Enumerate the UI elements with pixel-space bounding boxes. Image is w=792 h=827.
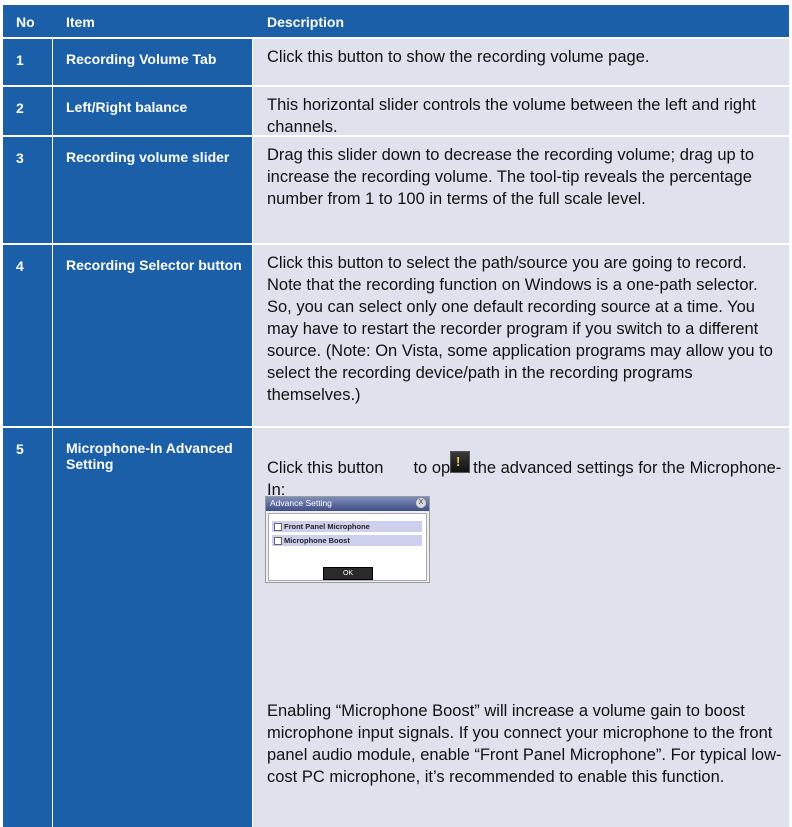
table-row: 5 Microphone-In Advanced Setting Click t… [3, 428, 789, 827]
row-number: 2 [16, 100, 24, 116]
microphone-boost-option[interactable]: Microphone Boost [272, 535, 422, 546]
row-number: 3 [16, 150, 24, 166]
row-item: Recording volume slider [66, 149, 230, 165]
microphone-advanced-settings-icon[interactable]: ! [450, 451, 470, 473]
ok-button[interactable]: OK [323, 567, 373, 580]
row-number: 4 [16, 258, 24, 274]
checkbox[interactable] [274, 523, 282, 531]
table-row: 1 Recording Volume Tab Click this button… [3, 39, 789, 85]
table-row: 4 Recording Selector button Click this b… [3, 245, 789, 426]
front-panel-microphone-option[interactable]: Front Panel Microphone [272, 521, 422, 532]
row-item: Recording Selector button [66, 257, 242, 273]
header-item: Item [66, 14, 95, 30]
checkbox[interactable] [274, 537, 282, 545]
row-number: 1 [16, 52, 24, 68]
row-description: Click this button to show the recording … [267, 48, 650, 66]
row-number: 5 [16, 441, 24, 457]
row-description-intro: Click this button to open the advanced se… [267, 459, 782, 499]
row-item: Left/Right balance [66, 99, 188, 115]
table-header: No Item Description [3, 5, 789, 37]
close-icon[interactable]: X [416, 498, 426, 508]
table-row: 3 Recording volume slider Drag this slid… [3, 137, 789, 243]
dialog-body: Front Panel Microphone Microphone Boost … [268, 513, 427, 581]
table-row: 2 Left/Right balance This horizontal sli… [3, 87, 789, 136]
row-description: This horizontal slider controls the volu… [267, 96, 756, 136]
row-description: Drag this slider down to decrease the re… [267, 146, 755, 208]
dialog-title-bar: Advance Setting X [266, 497, 429, 511]
advance-setting-dialog: Advance Setting X Front Panel Microphone… [265, 496, 430, 583]
header-no: No [16, 14, 35, 30]
header-description: Description [267, 14, 345, 30]
row-item: Microphone-In Advanced Setting [66, 440, 233, 472]
dialog-title: Advance Setting [270, 498, 332, 508]
row-description-detail: Enabling “Microphone Boost” will increas… [267, 702, 782, 786]
row-description: Click this button to select the path/sou… [267, 254, 773, 404]
row-item: Recording Volume Tab [66, 51, 217, 67]
